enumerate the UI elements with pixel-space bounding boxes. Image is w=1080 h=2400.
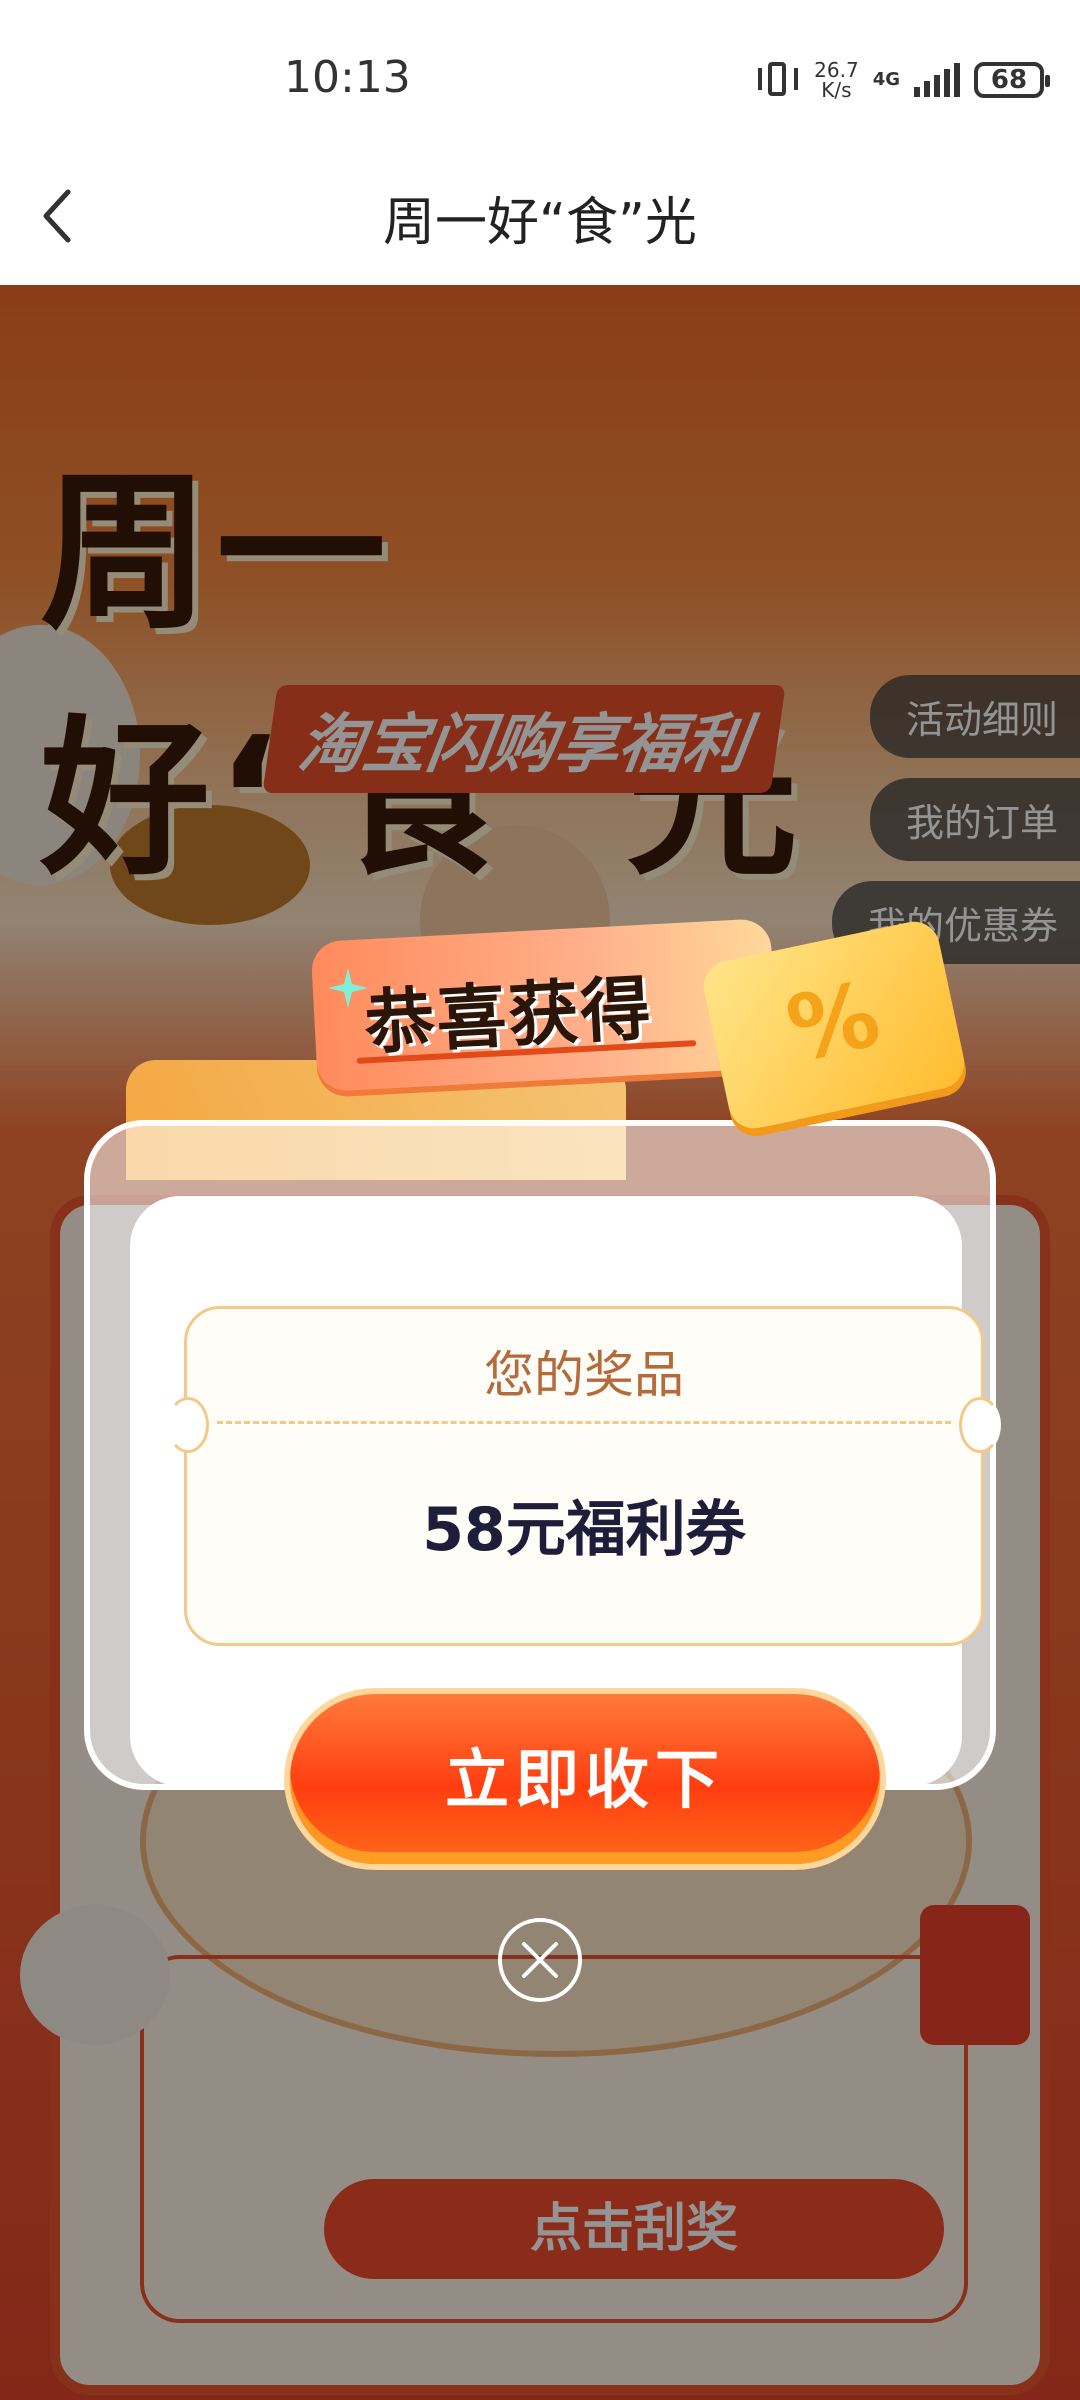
status-time: 10:13 xyxy=(284,52,411,103)
close-icon xyxy=(522,1942,558,1978)
close-button[interactable] xyxy=(498,1918,582,2002)
signal-icon xyxy=(914,63,960,97)
prize-modal: 您的奖品 58元福利券 立即收下 恭喜获得 % xyxy=(84,916,1001,1864)
prize-box: 您的奖品 58元福利券 xyxy=(167,1306,1001,1646)
prize-value: 58元福利券 xyxy=(422,1495,746,1565)
page-title: 周一好“食”光 xyxy=(383,193,697,253)
network-type-label: 4G xyxy=(872,69,900,90)
network-speed-unit: K/s xyxy=(821,78,852,102)
status-bar: 10:13 26.7 K/s 4G 68 xyxy=(0,0,1080,150)
status-icons: 26.7 K/s 4G 68 xyxy=(756,52,1050,108)
claim-button[interactable]: 立即收下 xyxy=(290,1694,880,1864)
percent-symbol: % xyxy=(778,961,889,1084)
prize-divider xyxy=(217,1421,951,1424)
vibrate-icon xyxy=(756,60,800,100)
app-header: 周一好“食”光 xyxy=(0,150,1080,285)
prize-label: 您的奖品 xyxy=(484,1346,684,1404)
sparkle-icon xyxy=(328,968,368,1008)
modal-frame: 您的奖品 58元福利券 立即收下 xyxy=(84,1120,1001,1864)
network-speed-value: 26.7 xyxy=(814,58,859,82)
network-speed: 26.7 K/s xyxy=(814,60,859,100)
battery-icon: 68 xyxy=(974,62,1050,98)
network-type: 4G xyxy=(873,71,900,89)
modal-body: 您的奖品 58元福利券 立即收下 xyxy=(130,1196,1001,1864)
